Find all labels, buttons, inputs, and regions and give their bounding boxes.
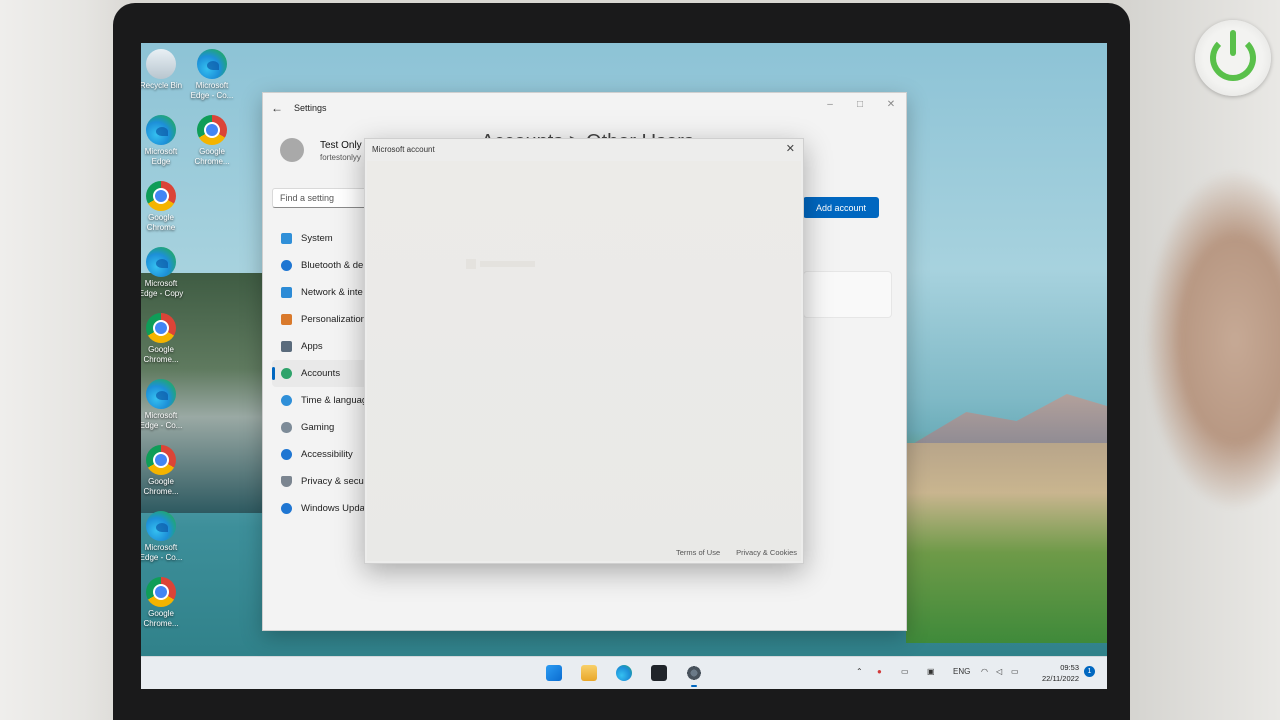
nav-item-label: Accessibility bbox=[301, 449, 353, 460]
avatar bbox=[280, 138, 304, 162]
power-logo bbox=[1195, 20, 1271, 96]
network-icon bbox=[281, 287, 292, 298]
gamepad-icon bbox=[281, 422, 292, 433]
privacy-cookies-link[interactable]: Privacy & Cookies bbox=[736, 548, 797, 557]
keyboard-icon[interactable]: ▭ bbox=[901, 667, 909, 676]
loading-bar bbox=[480, 261, 535, 267]
clock-date: 22/11/2022 bbox=[1042, 674, 1079, 683]
nav-item-label: Windows Upda bbox=[301, 503, 365, 514]
nav-item-label: Personalization bbox=[301, 314, 366, 325]
system-icon bbox=[281, 233, 292, 244]
clock-time: 09:53 bbox=[1060, 663, 1079, 672]
security-icon[interactable]: ● bbox=[877, 667, 882, 676]
desktop-icon-edge-copy[interactable]: Microsoft Edge - Co... bbox=[141, 379, 187, 431]
battery-icon[interactable]: ▭ bbox=[1011, 667, 1019, 676]
settings-taskbar-icon[interactable] bbox=[686, 665, 702, 687]
desktop-icon-chrome[interactable]: Google Chrome... bbox=[141, 577, 187, 629]
desktop-icon-edge-copy[interactable]: Microsoft Edge - Co... bbox=[186, 49, 238, 101]
nav-item-label: Privacy & secur bbox=[301, 476, 367, 487]
add-account-button[interactable]: Add account bbox=[803, 197, 879, 218]
close-icon[interactable]: ✕ bbox=[884, 99, 898, 110]
settings-title-bar: ← Settings – □ ✕ bbox=[263, 93, 906, 123]
desktop-icon-edge-copy[interactable]: Microsoft Edge - Co... bbox=[141, 511, 187, 563]
desktop-icon-chrome[interactable]: Google Chrome... bbox=[141, 445, 187, 497]
edge-taskbar-icon[interactable] bbox=[616, 665, 632, 681]
update-icon bbox=[281, 503, 292, 514]
nav-item-label: Network & inte bbox=[301, 287, 363, 298]
wallpaper-hills bbox=[906, 394, 1107, 448]
dialog-body: Terms of Use Privacy & Cookies bbox=[367, 161, 801, 561]
nav-item-label: Accounts bbox=[301, 368, 341, 379]
wallpaper-field bbox=[906, 443, 1107, 643]
shield-icon bbox=[281, 476, 292, 487]
edge-icon bbox=[146, 115, 176, 145]
desktop-icon-chrome[interactable]: Google Chrome... bbox=[186, 115, 238, 167]
person-icon bbox=[281, 368, 292, 379]
power-bar-icon bbox=[1230, 30, 1236, 56]
dialog-title: Microsoft account bbox=[372, 145, 435, 154]
edge-icon bbox=[146, 511, 176, 541]
file-explorer-icon[interactable] bbox=[581, 665, 597, 681]
language-indicator[interactable]: ENG bbox=[953, 667, 970, 676]
terms-of-use-link[interactable]: Terms of Use bbox=[676, 548, 720, 557]
brush-icon bbox=[281, 314, 292, 325]
desktop-icon-recycle-bin[interactable]: Recycle Bin bbox=[141, 49, 187, 91]
chevron-up-icon[interactable]: ⌃ bbox=[856, 667, 863, 676]
globe-icon bbox=[281, 395, 292, 406]
apps-icon bbox=[281, 341, 292, 352]
user-email: fortestonlyy bbox=[320, 153, 361, 162]
start-icon[interactable] bbox=[546, 665, 562, 681]
bluetooth-icon bbox=[281, 260, 292, 271]
back-arrow-icon[interactable]: ← bbox=[271, 101, 283, 115]
hand-overlay bbox=[1115, 170, 1280, 510]
nav-item-label: Apps bbox=[301, 341, 323, 352]
chrome-icon bbox=[146, 313, 176, 343]
microsoft-account-dialog: Microsoft account ✕ Terms of Use Privacy… bbox=[364, 138, 804, 564]
dialog-footer-links: Terms of Use Privacy & Cookies bbox=[676, 548, 797, 557]
taskbar: ⌃ ● ▭ ▣ ENG ◠ ◁ ▭ 09:53 22/11/2022 1 bbox=[141, 656, 1107, 689]
clock[interactable]: 09:53 22/11/2022 bbox=[1042, 662, 1079, 684]
chrome-icon bbox=[197, 115, 227, 145]
nav-item-label: System bbox=[301, 233, 333, 244]
edge-icon bbox=[146, 247, 176, 277]
store-icon[interactable] bbox=[651, 665, 667, 681]
accessibility-icon bbox=[281, 449, 292, 460]
microsoft-logo-placeholder bbox=[466, 259, 541, 269]
desktop-icon-chrome[interactable]: Google Chrome... bbox=[141, 313, 187, 365]
edge-icon bbox=[146, 379, 176, 409]
volume-icon[interactable]: ◁ bbox=[996, 667, 1002, 676]
user-name: Test Only bbox=[320, 140, 362, 151]
chrome-icon bbox=[146, 577, 176, 607]
nav-item-label: Time & languag bbox=[301, 395, 368, 406]
nav-item-label: Gaming bbox=[301, 422, 335, 433]
edge-icon bbox=[197, 49, 227, 79]
microsoft-logo-icon bbox=[466, 259, 476, 269]
minimize-icon[interactable]: – bbox=[823, 99, 837, 110]
settings-card bbox=[803, 271, 892, 318]
desktop-icon-edge[interactable]: Microsoft Edge bbox=[141, 115, 187, 167]
chrome-icon bbox=[146, 181, 176, 211]
maximize-icon[interactable]: □ bbox=[853, 99, 867, 110]
close-icon[interactable]: ✕ bbox=[786, 142, 795, 155]
desktop-icon-chrome[interactable]: Google Chrome bbox=[141, 181, 187, 233]
recycle-bin-icon bbox=[146, 49, 176, 79]
wifi-icon[interactable]: ◠ bbox=[981, 667, 988, 676]
chrome-icon bbox=[146, 445, 176, 475]
nav-item-label: Bluetooth & de bbox=[301, 260, 364, 271]
notification-badge[interactable]: 1 bbox=[1084, 666, 1095, 677]
display-icon[interactable]: ▣ bbox=[927, 667, 935, 676]
desktop-icon-edge-copy[interactable]: Microsoft Edge - Copy bbox=[141, 247, 187, 299]
settings-title: Settings bbox=[294, 103, 327, 113]
